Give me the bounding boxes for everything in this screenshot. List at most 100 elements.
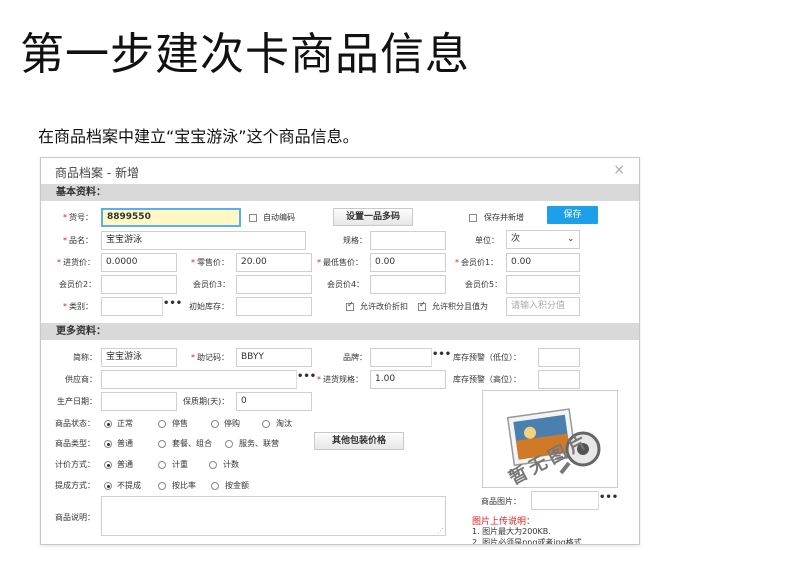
sku-label: * 货号： <box>63 213 93 222</box>
pricing-radio-weight[interactable] <box>158 461 166 469</box>
initial-stock-input[interactable] <box>236 297 312 316</box>
shelf-life-input[interactable]: 0 <box>236 392 312 411</box>
pricing-radio-count[interactable] <box>209 461 217 469</box>
type-radio-combo[interactable] <box>158 440 166 448</box>
type-radio-service[interactable] <box>225 440 233 448</box>
stock-high-input[interactable] <box>538 370 580 389</box>
short-name-label: 简称： <box>73 353 97 362</box>
allow-points-label: 允许积分且值为 <box>432 302 488 311</box>
status-radio-stop-purchase[interactable] <box>211 420 219 428</box>
allow-discount-checkbox[interactable] <box>346 300 354 311</box>
unit-label: 单位： <box>475 236 499 245</box>
description-label: 商品说明： <box>55 513 95 522</box>
stock-low-input[interactable] <box>538 348 580 367</box>
short-name-input[interactable]: 宝宝游泳 <box>101 348 177 367</box>
initial-stock-label: 初始库存： <box>189 302 229 311</box>
member3-label: 会员价3： <box>193 280 231 289</box>
close-icon[interactable]: × <box>613 162 625 178</box>
spec-input[interactable] <box>370 231 446 250</box>
dialog-title: 商品档案 - 新增 <box>55 166 139 180</box>
status-option-label: 淘汰 <box>276 419 292 428</box>
status-radio-eliminated[interactable] <box>262 420 270 428</box>
min-price-label: * 最低售价： <box>317 258 363 267</box>
type-option-label: 套餐、组合 <box>172 439 212 448</box>
resize-grip-icon[interactable]: ⋰ <box>437 528 444 535</box>
member5-input[interactable] <box>506 275 580 294</box>
image-picker-button[interactable]: ••• <box>598 491 618 510</box>
status-label: 商品状态： <box>55 419 95 428</box>
stock-high-label: 库存预警（高位）： <box>453 375 521 384</box>
commission-label: 提成方式： <box>55 481 95 490</box>
retail-input[interactable]: 20.00 <box>236 253 312 272</box>
save-and-new-label: 保存并新增 <box>484 213 524 222</box>
chevron-down-icon[interactable]: ⌄ <box>567 234 575 244</box>
slide-title: 第一步建次卡商品信息 <box>20 29 470 80</box>
brand-input[interactable] <box>370 348 432 367</box>
member1-input[interactable]: 0.00 <box>506 253 580 272</box>
pricing-radio-normal[interactable] <box>104 461 112 469</box>
upload-rule-1: 1. 图片最大为200KB. <box>472 527 551 536</box>
retail-label: * 零售价： <box>191 258 229 267</box>
points-input[interactable]: 请输入积分值 <box>506 297 580 316</box>
allow-points-checkbox[interactable] <box>418 300 426 311</box>
type-option-label: 服务、联营 <box>239 439 279 448</box>
commission-option-label: 按金额 <box>225 481 249 490</box>
status-option-label: 正常 <box>117 419 133 428</box>
product-dialog: 商品档案 - 新增 × 基本资料： * 货号： 8899550 自动编码 设置一品… <box>40 157 640 545</box>
mfg-date-label: 生产日期： <box>57 397 97 406</box>
multi-code-button[interactable]: 设置一品多码 <box>333 208 413 226</box>
pricing-option-label: 计数 <box>223 460 239 469</box>
supplier-input[interactable] <box>101 370 297 389</box>
category-picker-button[interactable]: ••• <box>162 297 182 316</box>
commission-radio-amount[interactable] <box>211 482 219 490</box>
commission-radio-none[interactable] <box>104 482 112 490</box>
description-textarea[interactable]: ⋰ <box>101 496 446 536</box>
purchase-spec-input[interactable]: 1.00 <box>370 370 446 389</box>
image-label: 商品图片： <box>481 497 521 506</box>
type-radio-normal[interactable] <box>104 440 112 448</box>
status-radio-stop-sale[interactable] <box>158 420 166 428</box>
mfg-date-input[interactable] <box>101 392 177 411</box>
shelf-life-label: 保质期(天)： <box>183 397 230 406</box>
cost-label: * 进货价： <box>57 258 95 267</box>
status-radio-normal[interactable] <box>104 420 112 428</box>
cost-input[interactable]: 0.0000 <box>101 253 177 272</box>
status-option-label: 停售 <box>172 419 188 428</box>
pricing-option-label: 普通 <box>117 460 133 469</box>
auto-code-label: 自动编码 <box>263 213 295 222</box>
more-section-header: 更多资料： <box>41 323 639 340</box>
commission-option-label: 按比率 <box>172 481 196 490</box>
image-input[interactable] <box>531 491 599 510</box>
allow-discount-label: 允许改价折扣 <box>360 302 408 311</box>
other-pack-price-button[interactable]: 其他包装价格 <box>314 432 404 450</box>
purchase-spec-label: * 进货规格： <box>317 375 363 384</box>
member4-input[interactable] <box>370 275 446 294</box>
product-image-placeholder: 暂无图片 <box>482 390 618 488</box>
min-price-input[interactable]: 0.00 <box>370 253 446 272</box>
supplier-label: 供应商： <box>65 375 97 384</box>
category-label: * 类别： <box>63 302 93 311</box>
member2-input[interactable] <box>101 275 177 294</box>
category-input[interactable] <box>101 297 163 316</box>
basic-section-header: 基本资料： <box>41 184 639 201</box>
pricing-label: 计价方式： <box>55 460 95 469</box>
mnemonic-input[interactable]: BBYY <box>236 348 312 367</box>
supplier-picker-button[interactable]: ••• <box>296 370 316 389</box>
sku-input[interactable]: 8899550 <box>101 208 241 227</box>
spec-label: 规格： <box>343 236 367 245</box>
save-button[interactable]: 保存 <box>547 206 598 224</box>
upload-rule-2: 2. 图片必须是png或者jpg格式. <box>472 538 585 545</box>
member3-input[interactable] <box>236 275 312 294</box>
stock-low-label: 库存预警（低位）： <box>453 353 521 362</box>
member2-label: 会员价2： <box>59 280 97 289</box>
name-label: * 品名： <box>63 236 93 245</box>
name-input[interactable]: 宝宝游泳 <box>101 231 306 250</box>
auto-code-checkbox[interactable] <box>249 214 257 222</box>
brand-label: 品牌： <box>343 353 367 362</box>
pricing-option-label: 计重 <box>172 460 188 469</box>
commission-radio-ratio[interactable] <box>158 482 166 490</box>
save-and-new-checkbox[interactable] <box>469 214 477 222</box>
status-option-label: 停购 <box>224 419 240 428</box>
commission-option-label: 不提成 <box>117 481 141 490</box>
brand-picker-button[interactable]: ••• <box>431 348 451 367</box>
